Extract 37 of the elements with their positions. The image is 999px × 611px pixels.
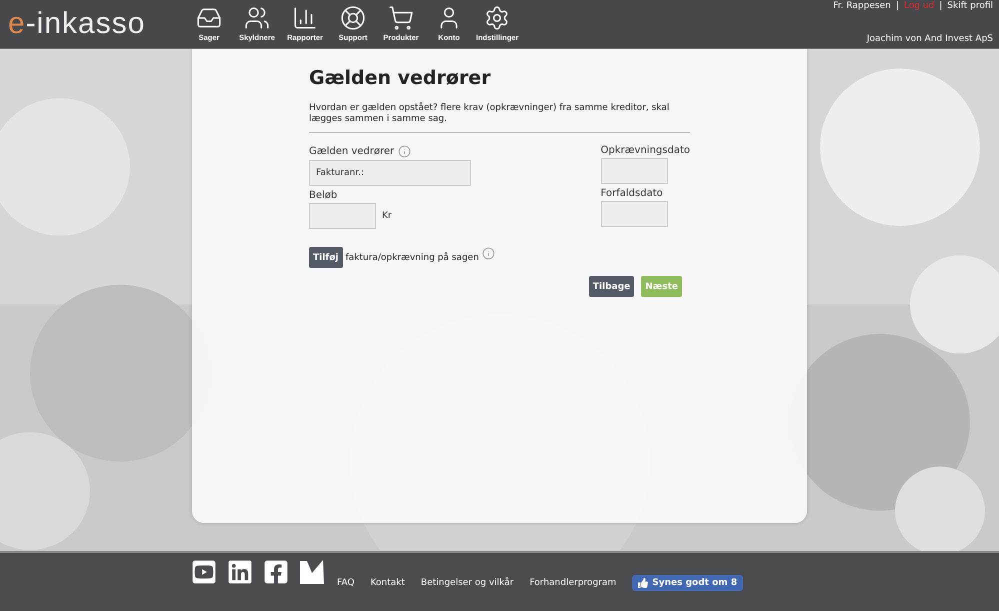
currency-label: Kr xyxy=(382,211,392,221)
intro-text: Hvordan er gælden opstået? flere krav (opkrævninger) fra samme kreditor, skal lægges sammen i samme sag. xyxy=(309,103,690,133)
facebook-icon[interactable] xyxy=(263,559,289,585)
add-text: faktura/opkrævning på sagen xyxy=(346,252,479,262)
bar-chart-icon xyxy=(292,5,318,31)
linkedin-icon[interactable] xyxy=(227,559,253,585)
form-title: Gælden vedrører xyxy=(309,67,492,89)
youtube-icon[interactable] xyxy=(191,559,217,585)
lifebuoy-icon xyxy=(340,5,366,31)
back-button[interactable]: Tilbage xyxy=(588,276,634,297)
footer-link[interactable]: FAQ xyxy=(337,578,354,588)
company-name: Joachim von And Invest ApS xyxy=(866,34,993,44)
cart-icon xyxy=(388,5,414,31)
logo[interactable]: e-inkasso xyxy=(8,0,188,48)
footer-link[interactable]: Forhandlerprogram xyxy=(530,578,616,588)
date-field[interactable] xyxy=(600,158,668,184)
invoice-number-field[interactable]: Fakturanr.: xyxy=(309,160,471,186)
footer-link[interactable]: Kontakt xyxy=(370,578,405,588)
add-button[interactable]: Tilføj xyxy=(309,247,342,268)
separator: | xyxy=(939,1,942,11)
field-label: Forfaldsdato xyxy=(600,188,664,199)
like-button[interactable]: Synes godt om 8 xyxy=(632,575,744,591)
settings-icon xyxy=(484,5,510,31)
people-icon xyxy=(244,5,270,31)
thumbs-up-icon xyxy=(638,578,648,588)
field-label: Gælden vedrører xyxy=(309,146,394,157)
info-icon[interactable] xyxy=(482,247,495,260)
separator: | xyxy=(896,1,899,11)
field-label: Opkrævningsdato xyxy=(600,145,690,156)
field-label: Beløb xyxy=(309,190,338,201)
date-field[interactable] xyxy=(600,201,668,227)
checkmark-logo-icon[interactable] xyxy=(299,559,325,585)
user-link[interactable]: Fr. Rappesen xyxy=(833,1,891,11)
user-link[interactable]: Skift profil xyxy=(947,1,993,11)
footer-link[interactable]: Betingelser og vilkår xyxy=(420,578,514,588)
info-icon[interactable] xyxy=(398,145,412,158)
amount-field[interactable] xyxy=(309,203,376,229)
